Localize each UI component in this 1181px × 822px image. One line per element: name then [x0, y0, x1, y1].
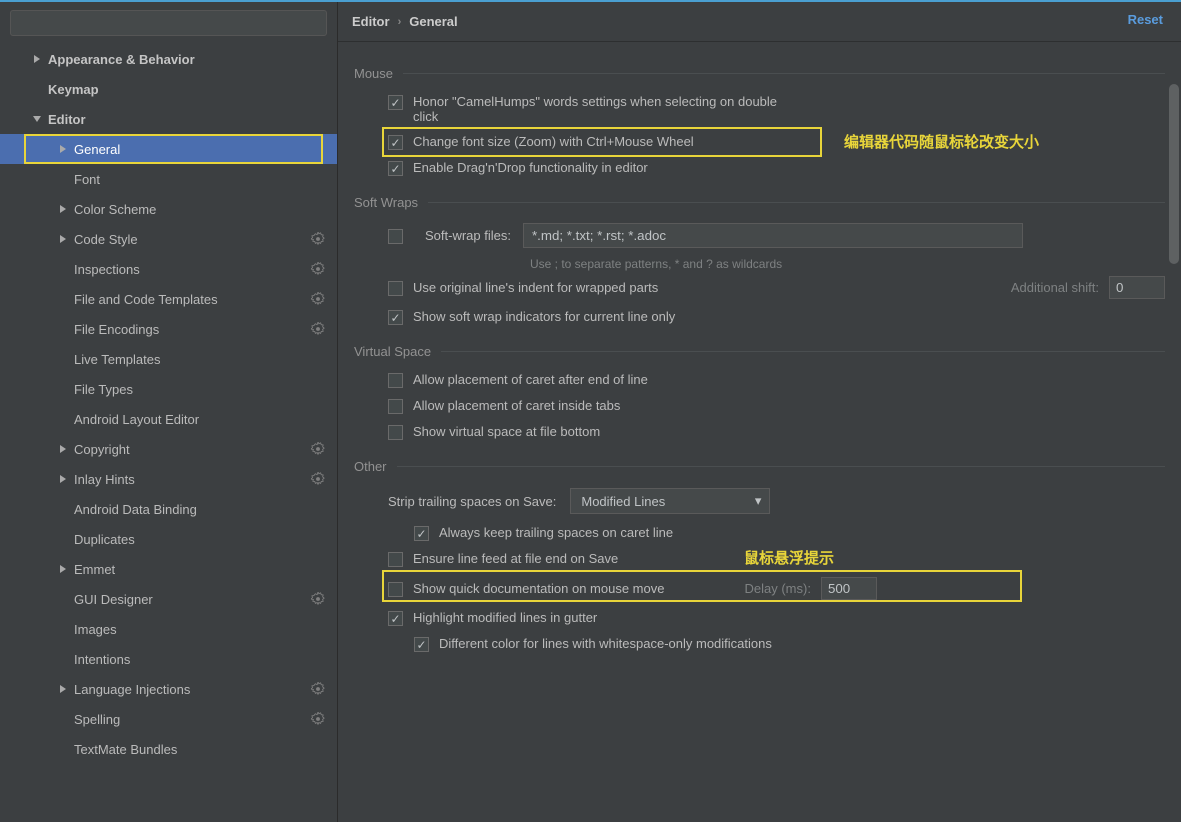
- checkbox-keep-trailing-caret[interactable]: [414, 526, 429, 541]
- label-strip-trailing: Strip trailing spaces on Save:: [388, 494, 556, 509]
- checkbox-caret-after-eol[interactable]: [388, 373, 403, 388]
- reset-link[interactable]: Reset: [1128, 12, 1163, 27]
- annotation-hover: 鼠标悬浮提示: [744, 547, 834, 568]
- sidebar-item-live-templates[interactable]: Live Templates: [0, 344, 337, 374]
- sidebar-item-file-types[interactable]: File Types: [0, 374, 337, 404]
- label-original-indent: Use original line's indent for wrapped p…: [413, 280, 658, 295]
- scrollbar[interactable]: [1169, 84, 1179, 264]
- chevron-down-icon: ▾: [755, 493, 762, 509]
- label-keep-trailing-caret: Always keep trailing spaces on caret lin…: [439, 525, 673, 540]
- label-delay: Delay (ms):: [744, 581, 810, 596]
- dropdown-strip-trailing[interactable]: Modified Lines ▾: [570, 488, 770, 514]
- checkbox-quick-doc[interactable]: [388, 582, 403, 597]
- sidebar-item-spelling[interactable]: Spelling: [0, 704, 337, 734]
- gear-icon: [311, 232, 325, 246]
- sidebar-item-inspections[interactable]: Inspections: [0, 254, 337, 284]
- gear-icon: [311, 472, 325, 486]
- label-dnd: Enable Drag'n'Drop functionality in edit…: [413, 160, 648, 175]
- input-additional-shift[interactable]: [1109, 276, 1165, 299]
- label-virtual-bottom: Show virtual space at file bottom: [413, 424, 600, 439]
- checkbox-caret-inside-tabs[interactable]: [388, 399, 403, 414]
- section-other: Other: [354, 459, 1165, 474]
- hint-softwrap: Use ; to separate patterns, * and ? as w…: [354, 253, 1165, 271]
- sidebar-item-emmet[interactable]: Emmet: [0, 554, 337, 584]
- label-camelhumps: Honor "CamelHumps" words settings when s…: [413, 94, 793, 124]
- label-highlight-modified: Highlight modified lines in gutter: [413, 610, 597, 625]
- label-ensure-newline: Ensure line feed at file end on Save: [413, 551, 618, 566]
- annotation-font-zoom: 编辑器代码随鼠标轮改变大小: [844, 131, 1039, 152]
- breadcrumb-sub: General: [409, 14, 457, 29]
- sidebar-item-keymap[interactable]: Keymap: [0, 74, 337, 104]
- label-caret-after-eol: Allow placement of caret after end of li…: [413, 372, 648, 387]
- gear-icon: [311, 592, 325, 606]
- sidebar-item-file-and-code-templates[interactable]: File and Code Templates: [0, 284, 337, 314]
- sidebar-item-gui-designer[interactable]: GUI Designer: [0, 584, 337, 614]
- label-caret-inside-tabs: Allow placement of caret inside tabs: [413, 398, 620, 413]
- sidebar-item-textmate-bundles[interactable]: TextMate Bundles: [0, 734, 337, 764]
- gear-icon: [311, 322, 325, 336]
- gear-icon: [311, 292, 325, 306]
- checkbox-ensure-newline[interactable]: [388, 552, 403, 567]
- sidebar-item-general[interactable]: General: [0, 134, 337, 164]
- label-show-indicators: Show soft wrap indicators for current li…: [413, 309, 675, 324]
- checkbox-virtual-bottom[interactable]: [388, 425, 403, 440]
- section-mouse: Mouse: [354, 66, 1165, 81]
- checkbox-show-indicators[interactable]: [388, 310, 403, 325]
- sidebar-item-editor[interactable]: Editor: [0, 104, 337, 134]
- label-font-zoom: Change font size (Zoom) with Ctrl+Mouse …: [413, 134, 694, 149]
- label-softwrap-files: Soft-wrap files:: [425, 228, 511, 243]
- label-diff-whitespace: Different color for lines with whitespac…: [439, 636, 772, 651]
- sidebar-item-android-data-binding[interactable]: Android Data Binding: [0, 494, 337, 524]
- gear-icon: [311, 712, 325, 726]
- sidebar-item-font[interactable]: Font: [0, 164, 337, 194]
- checkbox-softwrap-files[interactable]: [388, 229, 403, 244]
- checkbox-diff-whitespace[interactable]: [414, 637, 429, 652]
- checkbox-font-zoom[interactable]: [388, 135, 403, 150]
- sidebar-item-file-encodings[interactable]: File Encodings: [0, 314, 337, 344]
- breadcrumb-root: Editor: [352, 14, 390, 29]
- section-softwraps: Soft Wraps: [354, 195, 1165, 210]
- settings-sidebar: Appearance & BehaviorKeymapEditorGeneral…: [0, 2, 338, 822]
- chevron-right-icon: ›: [398, 16, 402, 28]
- sidebar-item-images[interactable]: Images: [0, 614, 337, 644]
- sidebar-item-android-layout-editor[interactable]: Android Layout Editor: [0, 404, 337, 434]
- sidebar-item-copyright[interactable]: Copyright: [0, 434, 337, 464]
- search-input[interactable]: [10, 10, 327, 36]
- checkbox-original-indent[interactable]: [388, 281, 403, 296]
- sidebar-item-duplicates[interactable]: Duplicates: [0, 524, 337, 554]
- label-quick-doc: Show quick documentation on mouse move: [413, 581, 664, 596]
- sidebar-item-inlay-hints[interactable]: Inlay Hints: [0, 464, 337, 494]
- section-virtualspace: Virtual Space: [354, 344, 1165, 359]
- settings-tree[interactable]: Appearance & BehaviorKeymapEditorGeneral…: [0, 44, 337, 822]
- gear-icon: [311, 262, 325, 276]
- checkbox-dnd[interactable]: [388, 161, 403, 176]
- sidebar-item-language-injections[interactable]: Language Injections: [0, 674, 337, 704]
- gear-icon: [311, 442, 325, 456]
- input-softwrap-patterns[interactable]: [523, 223, 1023, 248]
- settings-main: Editor › General Reset Mouse Honor "Came…: [338, 2, 1181, 822]
- sidebar-item-code-style[interactable]: Code Style: [0, 224, 337, 254]
- sidebar-item-color-scheme[interactable]: Color Scheme: [0, 194, 337, 224]
- checkbox-camelhumps[interactable]: [388, 95, 403, 110]
- gear-icon: [311, 682, 325, 696]
- breadcrumb: Editor › General: [338, 2, 1181, 42]
- checkbox-highlight-modified[interactable]: [388, 611, 403, 626]
- sidebar-item-intentions[interactable]: Intentions: [0, 644, 337, 674]
- input-delay[interactable]: [821, 577, 877, 600]
- sidebar-item-appearance-behavior[interactable]: Appearance & Behavior: [0, 44, 337, 74]
- label-additional-shift: Additional shift:: [1011, 280, 1099, 295]
